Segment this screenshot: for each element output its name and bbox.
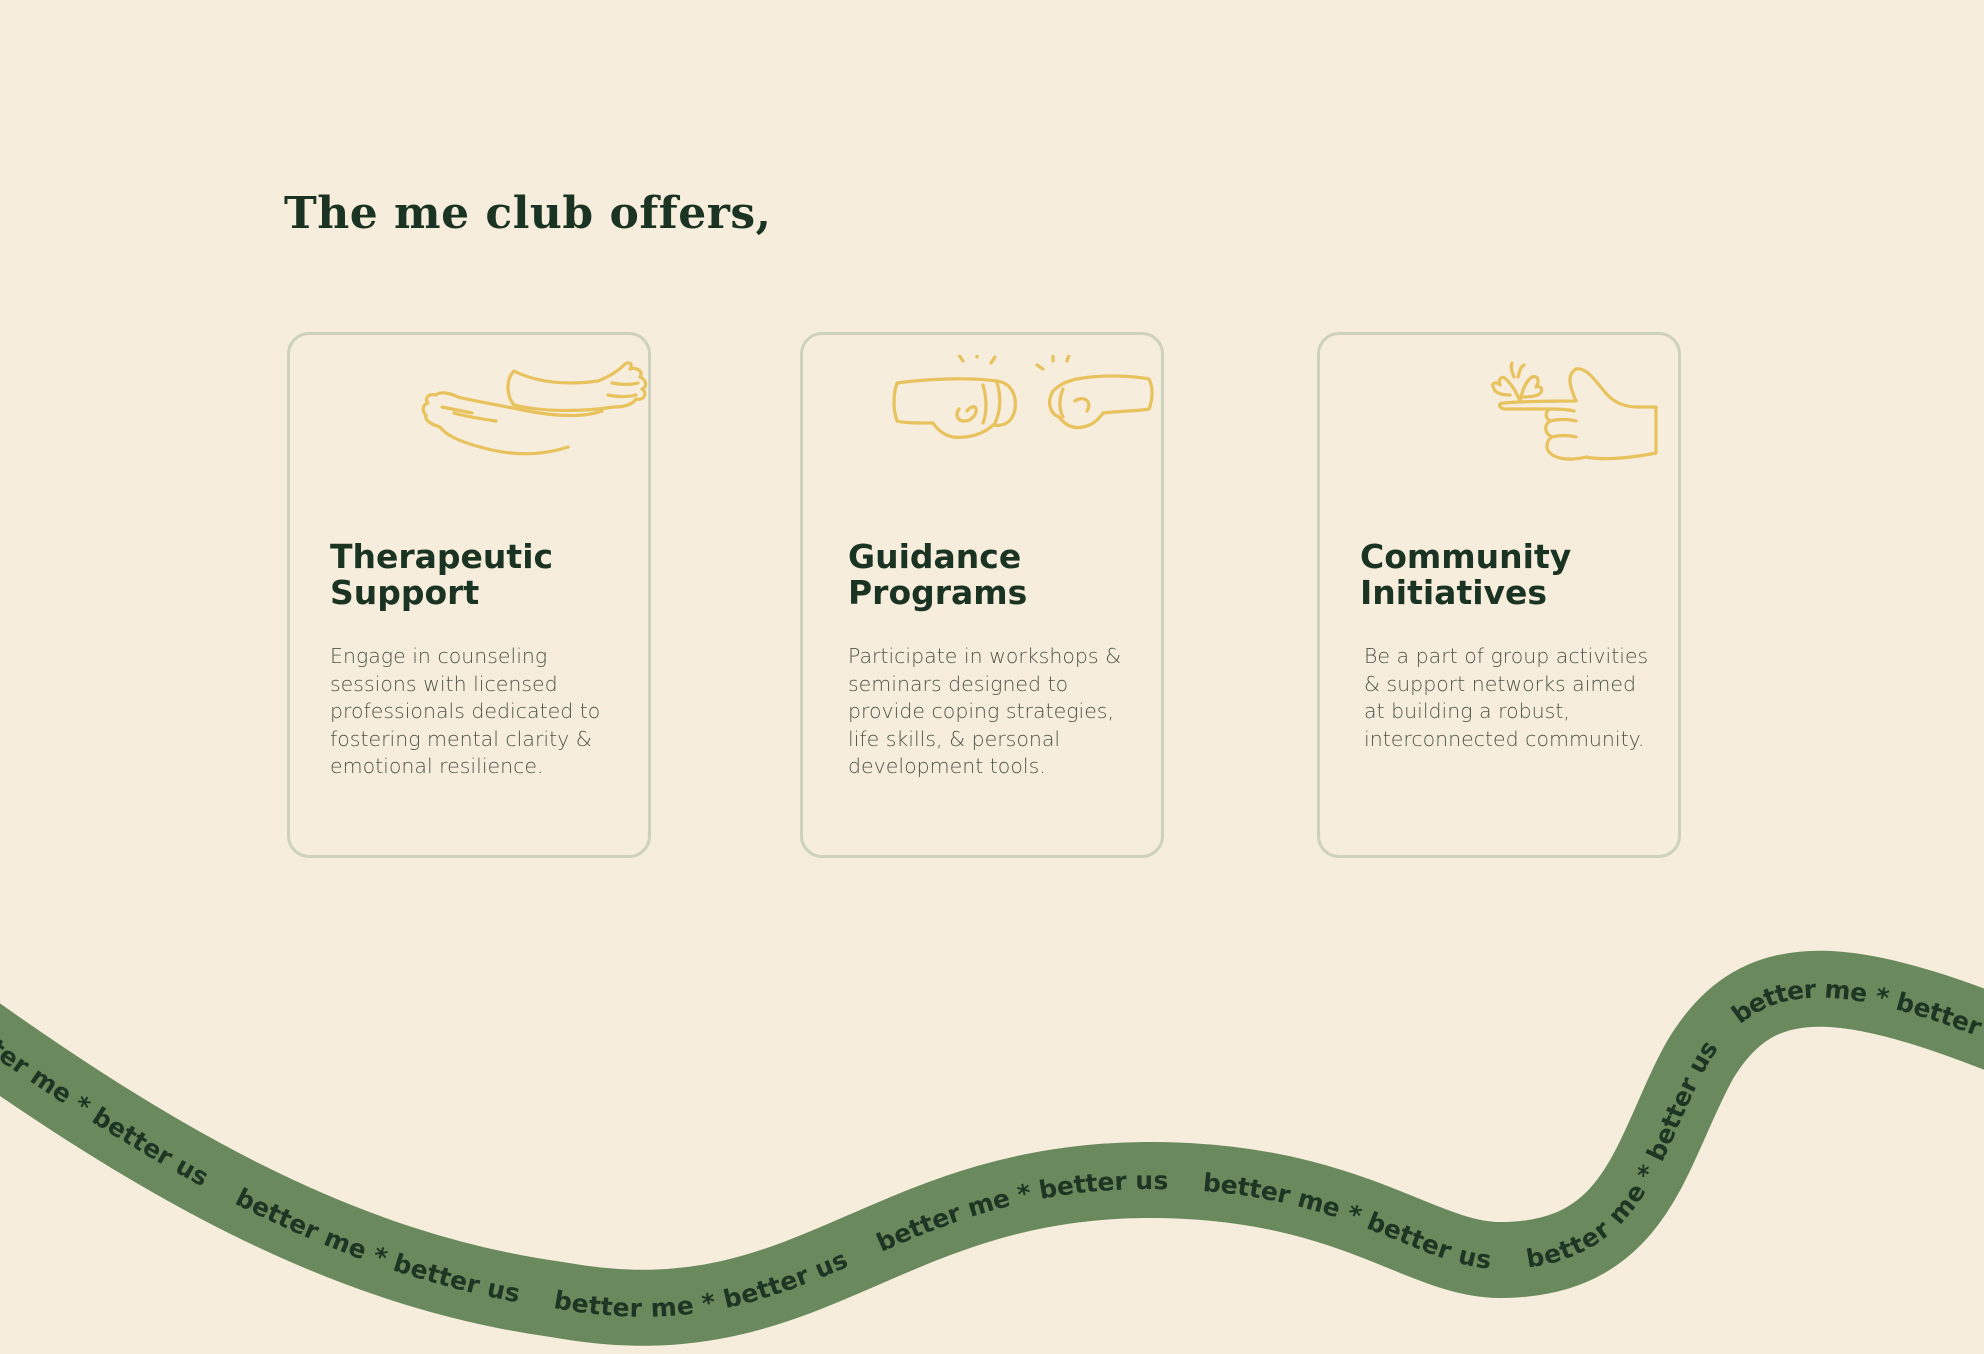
ribbon-banner: better me * better us better me * better… — [0, 0, 1984, 1346]
ribbon-band — [0, 950, 1984, 1346]
